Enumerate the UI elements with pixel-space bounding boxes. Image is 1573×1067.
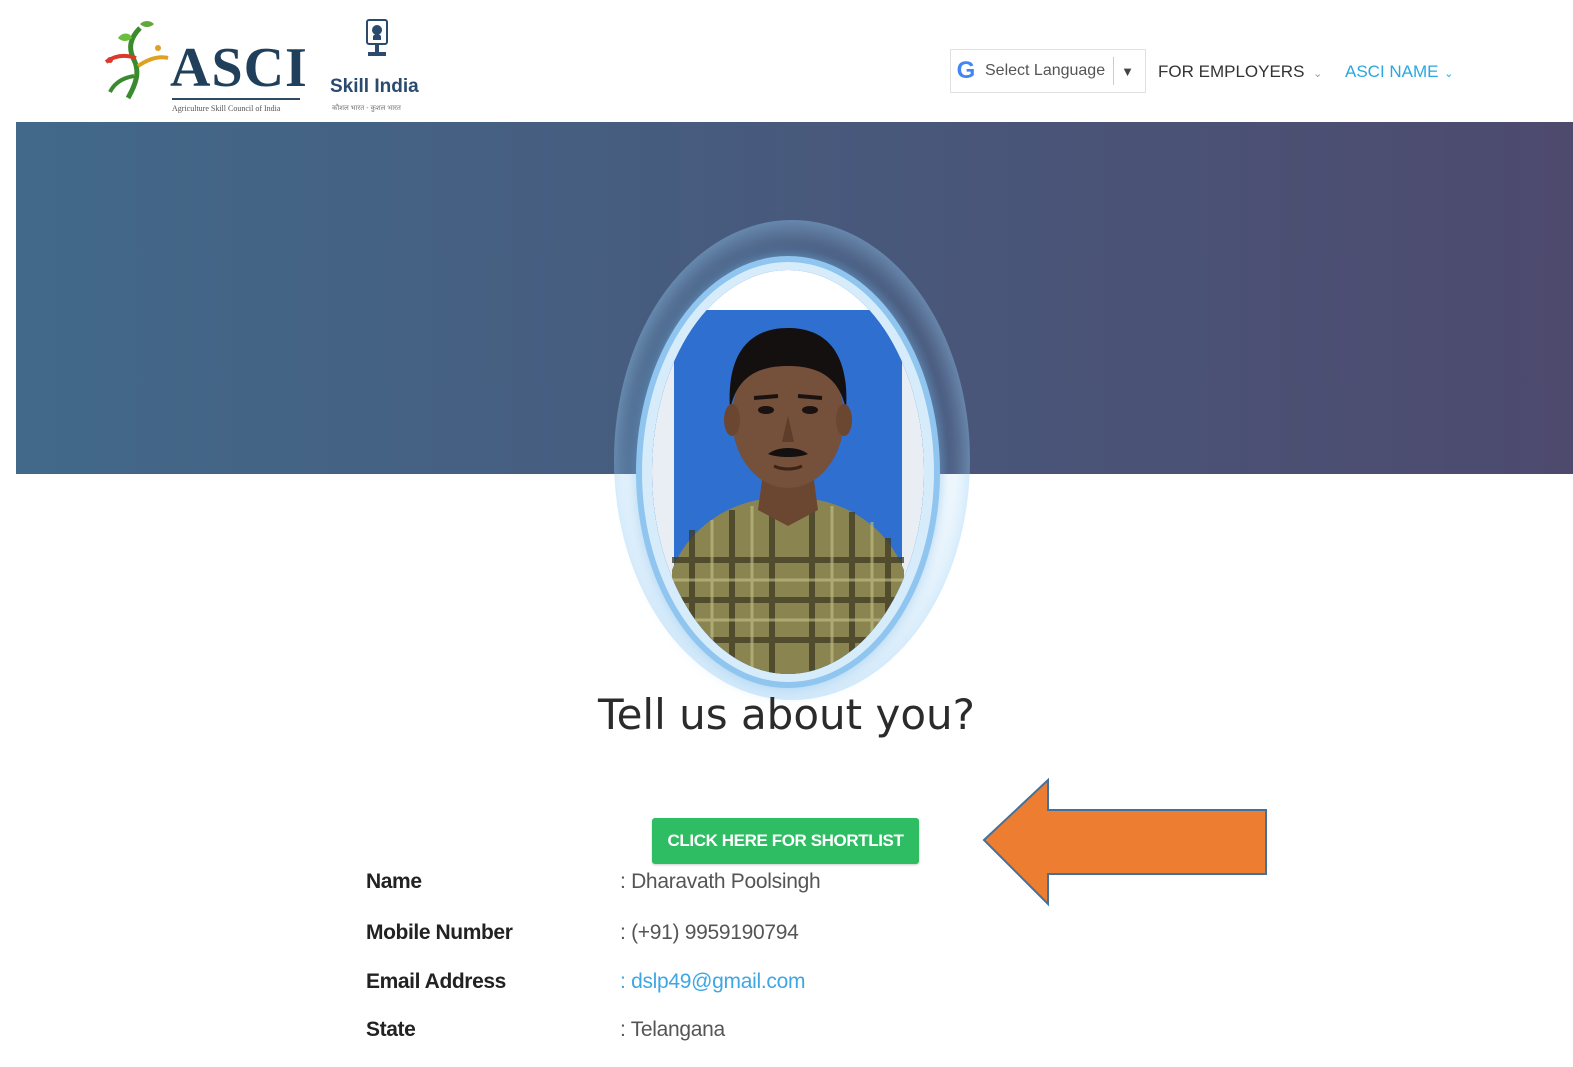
mobile-value: : (+91) 9959190794 [620, 921, 799, 944]
caret-down-icon: ▼ [1121, 63, 1134, 79]
name-value: : Dharavath Poolsingh [620, 870, 821, 893]
state-label: State [366, 1018, 416, 1041]
language-select[interactable]: G Select Language ▼ [950, 49, 1146, 93]
asci-logo[interactable]: ASCI Agriculture Skill Council of India [100, 18, 310, 120]
skill-india-subtitle: कौशल भारत - कुशल भारत [332, 105, 401, 112]
asci-logo-rule [172, 98, 300, 100]
shortlist-button[interactable]: CLICK HERE FOR SHORTLIST [652, 818, 919, 864]
avatar [652, 270, 924, 674]
info-row-mobile: Mobile Number : (+91) 9959190794 [0, 921, 1573, 953]
asci-logo-word: ASCI [170, 37, 308, 99]
chevron-down-icon: ⌄ [1444, 68, 1454, 80]
skill-india-word: Skill India [330, 76, 419, 97]
mobile-label: Mobile Number [366, 921, 513, 944]
language-select-label: Select Language [985, 62, 1106, 79]
page-title: Tell us about you? [598, 690, 975, 739]
email-label: Email Address [366, 970, 506, 993]
nav-for-employers[interactable]: FOR EMPLOYERS ⌄ [1158, 62, 1322, 82]
info-row-email: Email Address : dslp49@gmail.com [0, 970, 1573, 1002]
email-link[interactable]: : dslp49@gmail.com [620, 970, 805, 994]
nav-for-employers-label: FOR EMPLOYERS [1158, 62, 1305, 81]
annotation-arrow-icon [982, 778, 1267, 907]
info-row-state: State : Telangana [0, 1018, 1573, 1050]
name-label: Name [366, 870, 422, 893]
nav-user-menu[interactable]: ASCI NAME ⌄ [1345, 62, 1453, 82]
skill-india-emblem-icon [366, 19, 388, 56]
state-value: : Telangana [620, 1018, 725, 1041]
top-navbar: ASCI Agriculture Skill Council of India … [0, 0, 1573, 122]
info-row-name: Name : Dharavath Poolsingh [0, 870, 1573, 902]
chevron-down-icon: ⌄ [1313, 68, 1323, 80]
google-g-icon: G [956, 57, 976, 84]
page: ASCI Agriculture Skill Council of India … [0, 0, 1573, 1067]
avatar-photo-image [652, 270, 924, 674]
asci-emblem-icon [104, 21, 169, 100]
asci-logo-tagline: Agriculture Skill Council of India [172, 104, 281, 113]
skill-india-logo[interactable]: Skill India कौशल भारत - कुशल भारत [330, 18, 430, 118]
nav-user-label: ASCI NAME [1345, 62, 1439, 81]
